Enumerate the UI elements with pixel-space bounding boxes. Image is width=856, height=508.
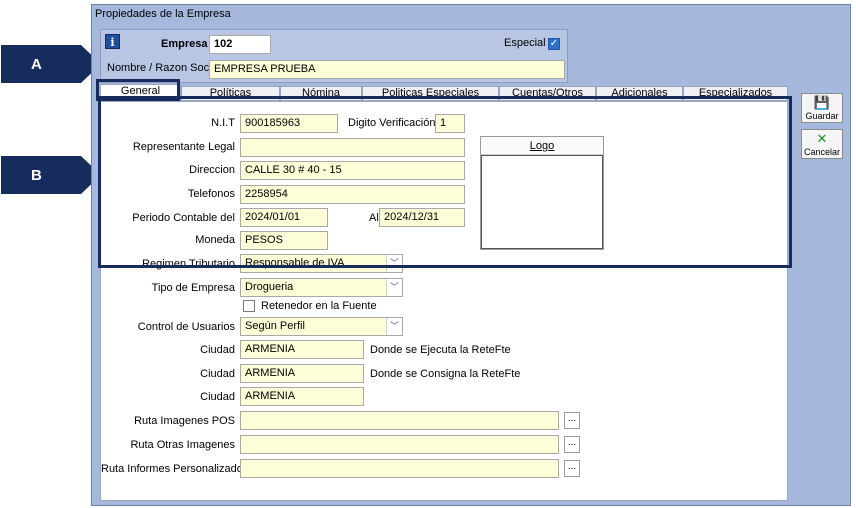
direccion-field[interactable]: CALLE 30 # 40 - 15 bbox=[240, 161, 465, 180]
tipo-select[interactable]: Drogueria ﹀ bbox=[240, 278, 403, 297]
tab-general[interactable]: General bbox=[100, 84, 181, 102]
tipo-value: Drogueria bbox=[245, 281, 294, 293]
regimen-value: Responsable de IVA bbox=[245, 257, 345, 269]
periodo-to-field[interactable]: 2024/12/31 bbox=[379, 208, 465, 227]
callout-a: A bbox=[1, 45, 101, 83]
retenedor-label: Retenedor en la Fuente bbox=[261, 300, 377, 312]
regimen-label: Regimen Tributario bbox=[142, 258, 235, 270]
floppy-disk-icon: 💾 bbox=[813, 95, 831, 110]
chevron-down-icon[interactable]: ﹀ bbox=[386, 279, 402, 296]
ruta-informes-label: Ruta Informes Personalizados bbox=[101, 463, 249, 475]
nit-label: N.I.T bbox=[211, 117, 235, 129]
periodo-label: Periodo Contable del bbox=[132, 212, 235, 224]
ciudad2-label: Ciudad bbox=[200, 368, 235, 380]
ruta-pos-field[interactable] bbox=[240, 411, 559, 430]
nombre-label: Nombre / Razon Social bbox=[107, 62, 221, 74]
nit-field[interactable]: 900185963 bbox=[240, 114, 338, 133]
ciudad2-field[interactable]: ARMENIA bbox=[240, 364, 364, 383]
periodo-from-field[interactable]: 2024/01/01 bbox=[240, 208, 328, 227]
moneda-label: Moneda bbox=[195, 234, 235, 246]
ruta-informes-field[interactable] bbox=[240, 459, 559, 478]
x-cancel-icon: ✕ bbox=[816, 131, 828, 146]
ciudad3-label: Ciudad bbox=[200, 391, 235, 403]
digito-label: Digito Verificación : bbox=[348, 117, 442, 129]
nombre-field[interactable]: EMPRESA PRUEBA bbox=[209, 60, 565, 79]
direccion-label: Direccion bbox=[189, 164, 235, 176]
chevron-down-icon[interactable]: ﹀ bbox=[386, 255, 402, 272]
tab-politicas[interactable]: Políticas bbox=[181, 86, 280, 101]
ruta-otras-label: Ruta Otras Imagenes bbox=[130, 439, 235, 451]
logo-label: Logo bbox=[529, 140, 555, 152]
logo-button[interactable]: Logo bbox=[481, 137, 603, 155]
ruta-pos-browse-button[interactable]: ... bbox=[564, 412, 580, 429]
logo-image-area[interactable] bbox=[481, 155, 603, 249]
representante-label: Representante Legal bbox=[132, 141, 235, 153]
cancelar-button[interactable]: ✕ Cancelar bbox=[801, 129, 843, 159]
ciudad3-field[interactable]: ARMENIA bbox=[240, 387, 364, 406]
ciudad1-note: Donde se Ejecuta la ReteFte bbox=[370, 344, 511, 356]
digito-field[interactable]: 1 bbox=[435, 114, 465, 133]
especial-checkbox[interactable]: ✓ bbox=[548, 38, 560, 50]
ciudad1-label: Ciudad bbox=[200, 344, 235, 356]
tipo-label: Tipo de Empresa bbox=[151, 282, 235, 294]
callout-b-label: B bbox=[31, 166, 42, 184]
ruta-otras-browse-button[interactable]: ... bbox=[564, 436, 580, 453]
logo-panel: Logo bbox=[480, 136, 604, 250]
cancelar-label: Cancelar bbox=[803, 147, 841, 157]
tab-especializados[interactable]: Especializados bbox=[683, 86, 788, 101]
callout-a-label: A bbox=[31, 55, 42, 73]
empresa-field[interactable]: 102 bbox=[209, 35, 271, 54]
general-tab-content: N.I.T 900185963 Digito Verificación : 1 … bbox=[100, 101, 788, 501]
al-label: Al bbox=[369, 212, 379, 224]
retenedor-checkbox[interactable] bbox=[243, 300, 255, 312]
regimen-select[interactable]: Responsable de IVA ﹀ bbox=[240, 254, 403, 273]
telefonos-field[interactable]: 2258954 bbox=[240, 185, 465, 204]
control-label: Control de Usuarios bbox=[137, 321, 235, 333]
info-icon[interactable]: i bbox=[105, 34, 120, 49]
ruta-pos-label: Ruta Imagenes POS bbox=[134, 415, 235, 427]
control-select[interactable]: Según Perfil ﹀ bbox=[240, 317, 403, 336]
company-header-panel: i Empresa 102 Especial ✓ Nombre / Razon … bbox=[100, 29, 568, 83]
chevron-down-icon[interactable]: ﹀ bbox=[386, 318, 402, 335]
guardar-button[interactable]: 💾 Guardar bbox=[801, 93, 843, 123]
especial-label: Especial bbox=[504, 37, 546, 49]
properties-window: Propiedades de la Empresa i Empresa 102 … bbox=[91, 4, 851, 506]
ruta-otras-field[interactable] bbox=[240, 435, 559, 454]
empresa-label: Empresa bbox=[161, 38, 208, 50]
control-value: Según Perfil bbox=[245, 320, 305, 332]
tab-strip: General Políticas Nómina Politicas Espec… bbox=[100, 84, 788, 102]
callout-b: B bbox=[1, 156, 101, 194]
guardar-label: Guardar bbox=[805, 111, 839, 121]
window-title: Propiedades de la Empresa bbox=[95, 8, 231, 20]
tab-politicas-especiales[interactable]: Politicas Especiales bbox=[362, 86, 499, 101]
tab-nomina[interactable]: Nómina bbox=[280, 86, 362, 101]
telefonos-label: Telefonos bbox=[187, 188, 235, 200]
ruta-informes-browse-button[interactable]: ... bbox=[564, 460, 580, 477]
tab-cuentas-otros[interactable]: Cuentas/Otros bbox=[499, 86, 596, 101]
tab-adicionales[interactable]: Adicionales bbox=[596, 86, 683, 101]
ciudad1-field[interactable]: ARMENIA bbox=[240, 340, 364, 359]
moneda-field[interactable]: PESOS bbox=[240, 231, 328, 250]
representante-field[interactable] bbox=[240, 138, 465, 157]
ciudad2-note: Donde se Consigna la ReteFte bbox=[370, 368, 521, 380]
